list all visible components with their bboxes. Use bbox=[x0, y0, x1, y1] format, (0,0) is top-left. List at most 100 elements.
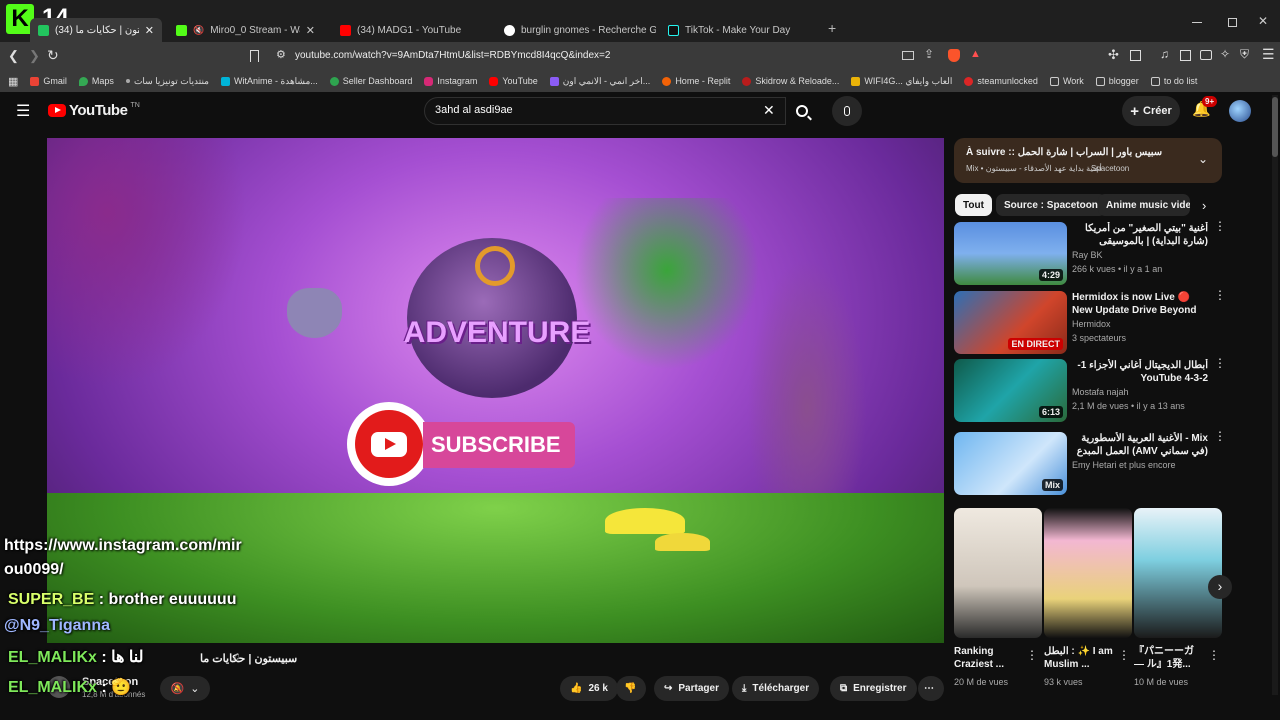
video-thumbnail[interactable]: 4:29 bbox=[954, 222, 1067, 285]
close-icon[interactable]: ✕ bbox=[145, 24, 154, 37]
video-player[interactable]: ADVENTURE SUBSCRIBE bbox=[47, 138, 944, 643]
short-thumbnail[interactable] bbox=[1134, 508, 1222, 638]
chip-all[interactable]: Tout bbox=[955, 194, 992, 216]
menu-icon[interactable]: ☰ bbox=[1262, 46, 1275, 63]
mute-icon[interactable]: 🔇 bbox=[193, 25, 204, 36]
short-title[interactable]: Ranking Craziest ... bbox=[954, 645, 1026, 671]
chip-anime-music-video[interactable]: Anime music video bbox=[1098, 194, 1190, 216]
up-next-panel[interactable]: À suivre :: سبيس باور | السراب | شارة ال… bbox=[954, 138, 1222, 183]
sidebar-icon[interactable] bbox=[1180, 50, 1191, 61]
minimize-button[interactable] bbox=[1192, 22, 1202, 23]
new-tab-button[interactable]: + bbox=[828, 20, 836, 36]
dislike-button[interactable]: 👎 bbox=[616, 676, 646, 701]
tab-tiktok[interactable]: TikTok - Make Your Day bbox=[660, 18, 820, 42]
bookmark-witanime[interactable]: WitAnime - مشاهدة... bbox=[220, 76, 318, 87]
bookmark-instagram[interactable]: Instagram bbox=[424, 76, 477, 86]
url-text[interactable]: youtube.com/watch?v=9AmDta7HtmU&list=RDB… bbox=[295, 50, 610, 61]
list-item[interactable]: 4:29 أغنية "بيتي الصغير" من أمريكا (شارة… bbox=[954, 220, 1226, 286]
list-item[interactable]: EN DIRECT Hermidox is now Live 🔴 New Upd… bbox=[954, 289, 1226, 355]
bookmark-steamunlocked[interactable]: steamunlocked bbox=[964, 76, 1038, 86]
list-item[interactable]: Mix Mix - الأغنية العربية الأسطورية (في … bbox=[954, 430, 1226, 496]
list-item[interactable]: 6:13 أبطال الديجيتال أغاني الأجزاء 1-2-3… bbox=[954, 357, 1226, 423]
bookmark-maps[interactable]: Maps bbox=[78, 76, 114, 86]
tab-youtube-madg1[interactable]: (34) MADG1 - YouTube bbox=[332, 18, 492, 42]
more-options-icon[interactable]: ⋮ bbox=[1214, 289, 1226, 301]
download-button[interactable]: ⤓ Télécharger bbox=[732, 676, 820, 701]
avatar[interactable] bbox=[1229, 100, 1251, 122]
forward-icon[interactable]: ❯ bbox=[29, 48, 40, 64]
extensions-icon[interactable]: ✣ bbox=[1108, 47, 1119, 63]
create-button[interactable]: + Créer bbox=[1122, 96, 1180, 126]
video-thumbnail[interactable]: Mix bbox=[954, 432, 1067, 495]
brave-shield-icon[interactable] bbox=[948, 49, 960, 62]
like-button[interactable]: 👍 26 k bbox=[560, 676, 618, 701]
share-button[interactable]: ↪ Partager bbox=[654, 676, 729, 701]
bookmark-tunisia-sat[interactable]: منتديات تونيزيا سات bbox=[125, 76, 209, 87]
vpn-icon[interactable]: ⛨ bbox=[1240, 47, 1249, 62]
chevron-down-icon[interactable]: ⌄ bbox=[1198, 152, 1208, 166]
chevron-right-icon[interactable]: › bbox=[1202, 198, 1206, 213]
close-icon[interactable]: ✕ bbox=[306, 24, 315, 37]
close-window-button[interactable]: ✕ bbox=[1258, 14, 1268, 28]
video-title[interactable]: أغنية "بيتي الصغير" من أمريكا (شارة البد… bbox=[1072, 222, 1208, 249]
more-options-icon[interactable]: ⋮ bbox=[1214, 357, 1226, 369]
channel-name[interactable]: Mostafa najah bbox=[1072, 387, 1129, 397]
tab-google-search[interactable]: burglin gnomes - Recherche Google bbox=[496, 18, 656, 42]
channel-name[interactable]: Hermidox bbox=[1072, 319, 1111, 329]
bookmark-folder-todo[interactable]: to do list bbox=[1150, 76, 1197, 86]
notification-bell-button[interactable]: 🔕 ⌄ bbox=[160, 676, 210, 701]
chip-source-spacetoon[interactable]: Source : Spacetoon bbox=[996, 194, 1106, 216]
wallet-icon[interactable] bbox=[1200, 50, 1212, 60]
site-info-icon[interactable]: ⚙ bbox=[276, 48, 286, 61]
video-thumbnail[interactable]: EN DIRECT bbox=[954, 291, 1067, 354]
more-options-icon[interactable]: ⋮ bbox=[1214, 220, 1226, 232]
video-thumbnail[interactable]: 6:13 bbox=[954, 359, 1067, 422]
more-options-icon[interactable]: ⋮ bbox=[1208, 648, 1220, 662]
scrollbar-thumb[interactable] bbox=[1272, 97, 1278, 157]
leo-icon[interactable]: ✧ bbox=[1220, 47, 1230, 61]
bookmark-replit[interactable]: Home - Replit bbox=[662, 76, 730, 86]
bookmark-seller-dashboard[interactable]: Seller Dashboard bbox=[329, 76, 412, 86]
more-options-icon[interactable]: ⋮ bbox=[1214, 430, 1226, 442]
bookmark-skidrow[interactable]: Skidrow & Reloade... bbox=[742, 76, 839, 86]
clear-search-icon[interactable]: ✕ bbox=[763, 102, 775, 119]
bookmark-anime-site[interactable]: اخر انمي - الانمي اون... bbox=[549, 76, 650, 87]
youtube-logo[interactable]: YouTube TN bbox=[48, 102, 140, 119]
apps-icon[interactable]: ▦ bbox=[8, 75, 18, 88]
hamburger-menu-icon[interactable]: ☰ bbox=[16, 101, 30, 121]
notifications-button[interactable]: 🔔 9+ bbox=[1192, 96, 1218, 119]
reader-icon[interactable] bbox=[1130, 50, 1141, 61]
share-icon[interactable]: ⇪ bbox=[924, 47, 934, 61]
channel-name[interactable]: Emy Hetari et plus encore bbox=[1072, 460, 1176, 470]
restore-button[interactable] bbox=[1228, 18, 1237, 27]
chevron-right-icon[interactable]: › bbox=[1208, 575, 1232, 599]
voice-search-button[interactable] bbox=[832, 96, 862, 126]
tab-spacetoon[interactable]: (34) سبيستون | حكايات ما ✕ bbox=[30, 18, 162, 42]
bookmark-youtube[interactable]: YouTube bbox=[489, 76, 538, 86]
more-options-icon[interactable]: ⋮ bbox=[1026, 648, 1038, 662]
search-button[interactable] bbox=[786, 97, 818, 125]
screen-icon[interactable] bbox=[902, 51, 914, 60]
bookmark-folder-blogger[interactable]: blogger bbox=[1095, 76, 1139, 86]
short-thumbnail[interactable] bbox=[954, 508, 1042, 638]
video-title[interactable]: Hermidox is now Live 🔴 New Update Drive … bbox=[1072, 291, 1208, 318]
more-actions-button[interactable]: ⋯ bbox=[918, 676, 944, 701]
bookmark-folder-work[interactable]: Work bbox=[1049, 76, 1084, 86]
bookmark-icon[interactable] bbox=[250, 50, 259, 62]
save-button[interactable]: ⧉ Enregistrer bbox=[830, 676, 917, 701]
bookmark-wifi4games[interactable]: WIFI4G... العاب وايفاي bbox=[851, 76, 952, 87]
tab-kick-stream[interactable]: 🔇 Miro0_0 Stream - Watch Live on ✕ bbox=[168, 18, 323, 42]
short-title[interactable]: 『パニーーガ — ル』1発... bbox=[1134, 645, 1206, 671]
search-input[interactable]: 3ahd al asdi9ae ✕ bbox=[424, 97, 786, 125]
channel-name[interactable]: Ray BK bbox=[1072, 250, 1103, 260]
video-title[interactable]: Mix - الأغنية العربية الأسطورية (في سمان… bbox=[1072, 432, 1208, 459]
reload-icon[interactable]: ↻ bbox=[47, 47, 59, 64]
video-title[interactable]: أبطال الديجيتال أغاني الأجزاء 1-2-3-4 Yo… bbox=[1072, 359, 1208, 385]
short-thumbnail[interactable] bbox=[1044, 508, 1132, 638]
bookmark-gmail[interactable]: Gmail bbox=[30, 76, 67, 86]
short-title[interactable]: البطل : ✨ I am Muslim ... bbox=[1044, 645, 1116, 671]
media-icon[interactable]: ♫ bbox=[1160, 47, 1169, 61]
page-scrollbar[interactable] bbox=[1272, 95, 1278, 695]
rewards-icon[interactable]: ▲ bbox=[970, 48, 981, 60]
more-options-icon[interactable]: ⋮ bbox=[1118, 648, 1130, 662]
